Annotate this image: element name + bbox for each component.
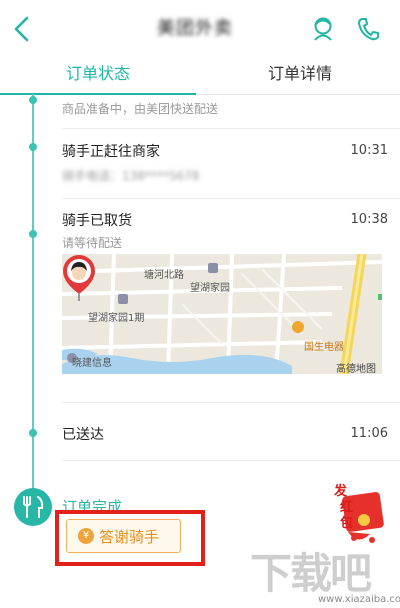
timeline-dot	[29, 230, 37, 238]
timeline-item-title: 已送达	[62, 427, 104, 443]
rider-contact-icon[interactable]	[311, 16, 335, 42]
coin-icon: ¥	[78, 528, 94, 544]
red-envelope-promo[interactable]: 发 红 包	[328, 476, 388, 548]
timeline-item-sub: 请等待配送	[62, 236, 123, 250]
timeline-item: 骑手已取货 10:38 请等待配送	[62, 210, 388, 250]
map-label-road: 塘河北路	[144, 270, 184, 281]
timeline-item-sub: 商品准备中，由美团快送配送	[62, 102, 219, 116]
thank-rider-button-label: 答谢骑手	[99, 528, 160, 546]
tab-order-status[interactable]: 订单状态	[0, 60, 196, 93]
timeline-item: 骑手正赶往商家 10:31 骑手电话：138****5678	[62, 141, 388, 191]
timeline-item: 商品准备中，由美团快送配送	[62, 100, 388, 120]
timeline-item-sub[interactable]: 骑手电话：138****5678	[62, 167, 199, 184]
delivery-map[interactable]: 塘河北路 望湖家园 望湖家园1期 国生电器 晓建信息 高德地图	[62, 254, 382, 374]
timeline-item-title: 骑手已取货	[62, 213, 132, 229]
watermark-url: www.xiazaiba.com	[318, 594, 400, 605]
thank-rider-button[interactable]: ¥ 答谢骑手	[66, 519, 181, 553]
timeline-dot	[29, 96, 37, 104]
watermark-logo: 下载吧	[250, 549, 372, 598]
map-provider-label: 高德地图	[336, 364, 376, 374]
phone-icon[interactable]	[356, 16, 380, 42]
tab-order-details[interactable]: 订单详情	[200, 60, 400, 93]
map-label-place: 望湖家园1期	[88, 313, 145, 324]
timeline-dot	[29, 429, 37, 437]
map-label-store: 国生电器	[304, 342, 344, 353]
header-bar: 美团外卖	[0, 0, 400, 60]
timeline-dot	[29, 143, 37, 151]
tab-bar: 订单状态 订单详情	[0, 60, 400, 95]
timeline-item: 已送达 11:06	[62, 424, 388, 446]
divider	[62, 128, 400, 129]
map-label-place: 望湖家园	[190, 283, 230, 294]
map-label-poi: 晓建信息	[72, 358, 112, 369]
active-tab-indicator	[0, 93, 196, 95]
timeline-item-time: 10:38	[350, 212, 388, 227]
fork-knife-icon	[14, 488, 52, 526]
divider	[62, 460, 400, 461]
timeline-item-time: 11:06	[350, 426, 388, 441]
promo-text: 包	[340, 516, 354, 531]
timeline-item-title: 骑手正赶往商家	[62, 144, 160, 160]
rider-location-marker-icon[interactable]	[62, 254, 96, 302]
timeline-item-time: 10:31	[350, 143, 388, 158]
divider	[62, 402, 400, 403]
page-title: 美团外卖	[157, 18, 233, 39]
divider	[62, 198, 400, 199]
chevron-left-icon[interactable]	[10, 14, 36, 44]
